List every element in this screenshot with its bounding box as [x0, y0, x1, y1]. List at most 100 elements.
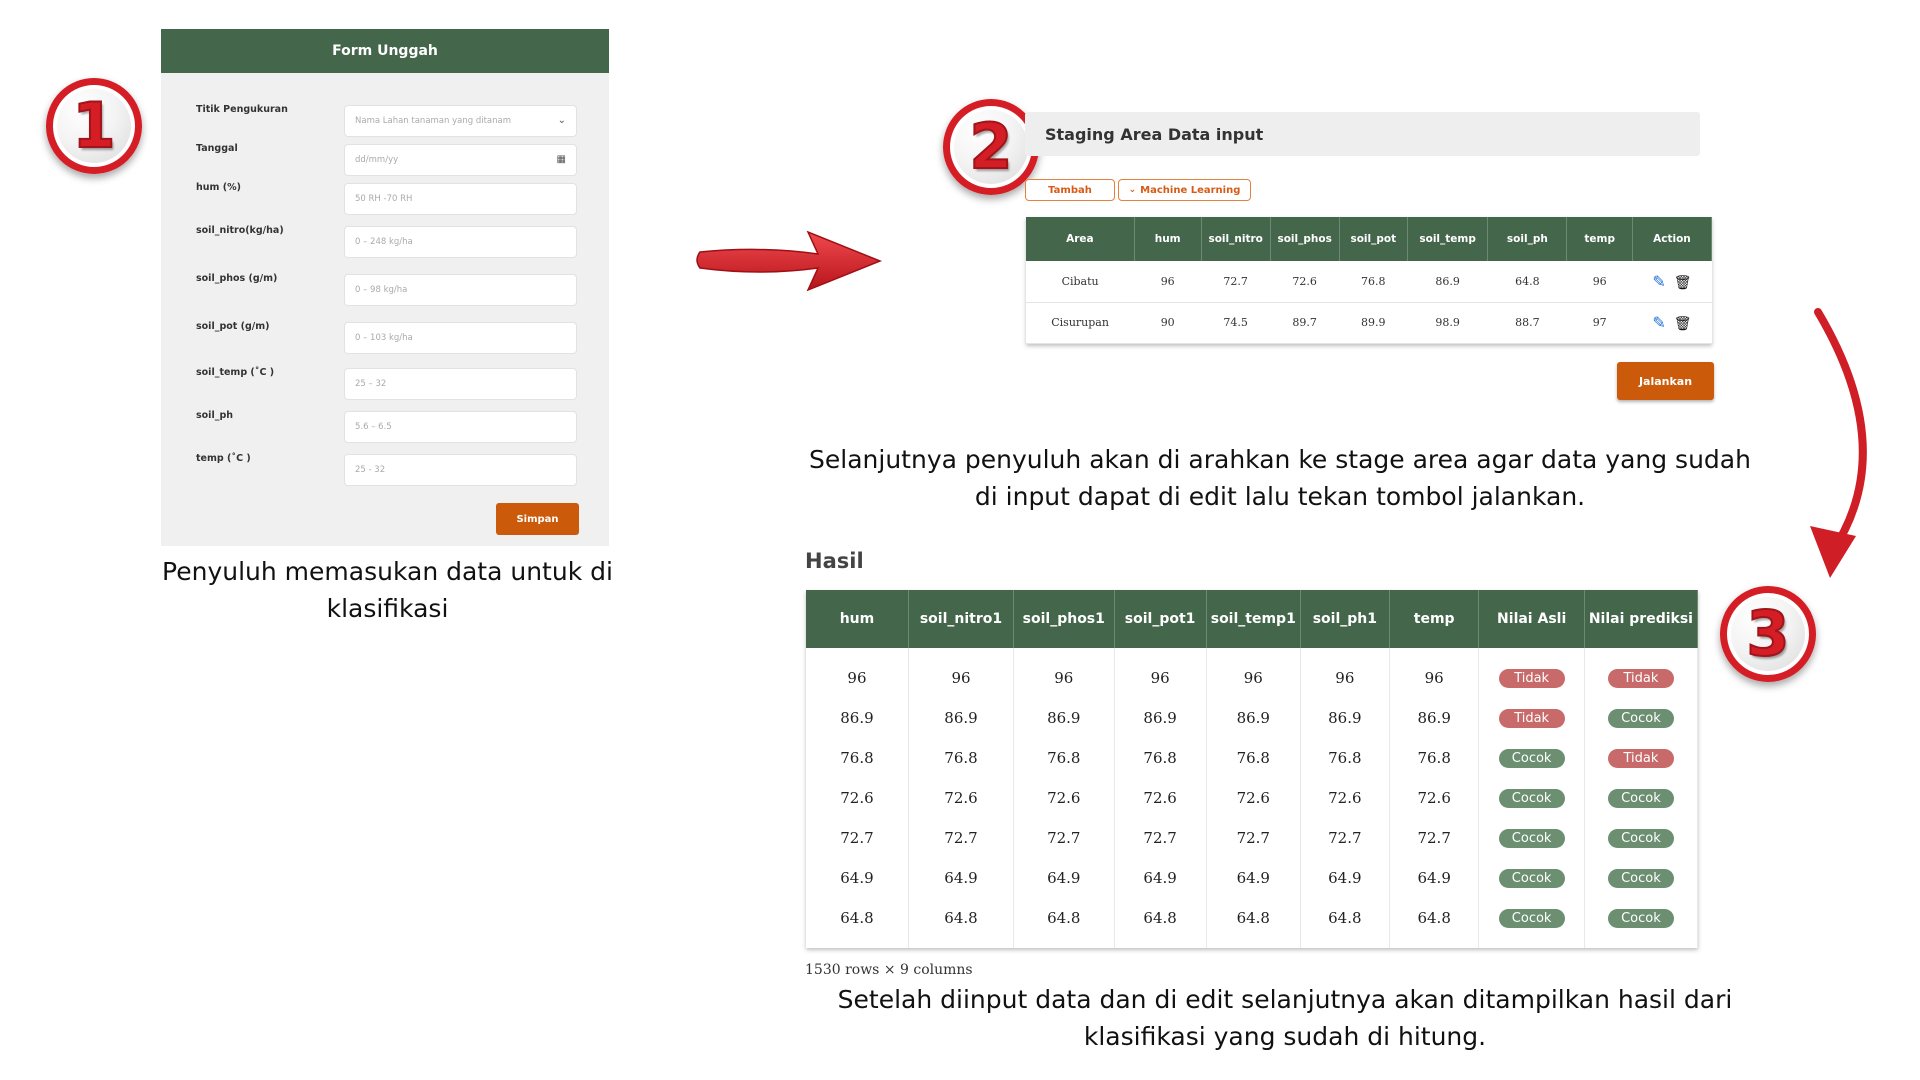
staging-cell: Cibatu [1026, 261, 1135, 303]
results-cell: 72.6 [1206, 778, 1301, 818]
results-cell: 86.9 [1206, 698, 1301, 738]
machine-learning-dropdown[interactable]: ⌄ Machine Learning [1118, 179, 1251, 201]
results-column-header: hum [806, 590, 909, 648]
results-cell: 64.9 [1389, 858, 1480, 898]
results-cell: 86.9 [806, 698, 909, 738]
results-cell: Cocok [1584, 858, 1699, 898]
results-cell: 76.8 [908, 738, 1015, 778]
status-badge: Cocok [1607, 869, 1674, 888]
staging-cell: Cisurupan [1026, 302, 1135, 344]
results-title: Hasil [805, 549, 864, 573]
results-cell: Cocok [1478, 898, 1585, 948]
add-button[interactable]: Tambah [1025, 179, 1115, 201]
results-column-header: soil_temp1 [1206, 590, 1301, 648]
results-cell: Tidak [1584, 648, 1699, 698]
add-button-label: Tambah [1048, 184, 1092, 196]
results-column-header: Nilai prediksi [1584, 590, 1699, 648]
results-cell: 72.6 [1013, 778, 1115, 818]
results-cell: Cocok [1584, 698, 1699, 738]
staging-table: Area hum soil_nitro soil_phos soil_pot soil_t… [1026, 217, 1713, 344]
results-cell: Tidak [1478, 698, 1585, 738]
results-cell: 64.9 [1206, 858, 1301, 898]
results-column-header: soil_ph1 [1300, 590, 1390, 648]
results-cell: 72.7 [1013, 818, 1115, 858]
results-column-header: Nilai Asli [1478, 590, 1585, 648]
results-cell: 64.8 [908, 898, 1015, 948]
results-row: 64.8 64.8 64.8 64.8 64.8 64.8 64.8 Cocok Cocok [806, 898, 1699, 948]
staging-header: Staging Area Data input [1025, 112, 1700, 156]
delete-icon[interactable]: 🗑 [1674, 316, 1692, 332]
action-cell: ✎ 🗑 [1632, 261, 1712, 303]
results-cell: 64.8 [1114, 898, 1207, 948]
results-cell: 76.8 [1300, 738, 1390, 778]
results-cell: 72.6 [908, 778, 1015, 818]
results-cell: 64.9 [908, 858, 1015, 898]
results-cell: Cocok [1478, 778, 1585, 818]
staging-column-header: hum [1134, 217, 1202, 261]
results-cell: 96 [1300, 648, 1390, 698]
results-cell: Cocok [1478, 818, 1585, 858]
results-cell: 72.6 [1114, 778, 1207, 818]
results-row: 86.9 86.9 86.9 86.9 86.9 86.9 86.9 Tidak Cocok [806, 698, 1699, 738]
staging-cell: 76.8 [1339, 261, 1408, 303]
staging-column-header: Action [1632, 217, 1713, 261]
results-cell: Tidak [1584, 738, 1699, 778]
status-badge: Cocok [1607, 789, 1674, 808]
results-cell: Tidak [1478, 648, 1585, 698]
results-cell: 64.8 [1389, 898, 1480, 948]
results-cell: 86.9 [1389, 698, 1480, 738]
results-cell: 64.9 [1013, 858, 1115, 898]
machine-learning-label: Machine Learning [1140, 184, 1241, 196]
results-row: 96 96 96 96 96 96 96 Tidak Tidak [806, 648, 1699, 698]
staging-column-header: soil_phos [1270, 217, 1340, 261]
run-button[interactable]: Jalankan [1617, 362, 1714, 400]
results-cell: 72.6 [1300, 778, 1390, 818]
results-cell: 76.8 [1013, 738, 1115, 778]
rows-count: 1530 rows × 9 columns [805, 962, 973, 978]
results-cell: 96 [806, 648, 909, 698]
staging-cell: 64.8 [1487, 261, 1567, 303]
status-badge: Cocok [1607, 909, 1674, 928]
status-badge: Cocok [1498, 789, 1565, 808]
staging-cell: 96 [1566, 261, 1633, 303]
status-badge: Tidak [1607, 749, 1674, 768]
edit-icon[interactable]: ✎ [1652, 313, 1665, 332]
results-cell: 76.8 [1206, 738, 1301, 778]
results-cell: 96 [1389, 648, 1480, 698]
results-table: hum soil_nitro1 soil_phos1 soil_pot1 soil_te… [806, 590, 1699, 948]
results-cell: 86.9 [1013, 698, 1115, 738]
results-cell: 64.9 [1300, 858, 1390, 898]
arrow-curve-down-icon [1810, 308, 1867, 578]
delete-icon[interactable]: 🗑 [1674, 275, 1692, 291]
results-cell: 86.9 [1114, 698, 1207, 738]
results-cell: 96 [1206, 648, 1301, 698]
results-cell: 72.7 [1206, 818, 1301, 858]
results-cell: 72.6 [1389, 778, 1480, 818]
chevron-down-icon: ⌄ [1128, 185, 1137, 195]
results-cell: 64.9 [806, 858, 909, 898]
results-cell: 72.7 [806, 818, 909, 858]
results-cell: 72.7 [1114, 818, 1207, 858]
results-cell: 64.8 [1013, 898, 1115, 948]
results-cell: 64.8 [1206, 898, 1301, 948]
results-cell: Cocok [1478, 738, 1585, 778]
results-cell: 72.7 [908, 818, 1015, 858]
status-badge: Cocok [1607, 709, 1674, 728]
results-cell: 96 [1013, 648, 1115, 698]
staging-cell: 90 [1134, 302, 1202, 344]
staging-cell: 72.6 [1270, 261, 1340, 303]
results-caption: Setelah diinput data dan di edit selanju… [837, 985, 1733, 1051]
staging-cell: 96 [1134, 261, 1202, 303]
results-cell: 96 [1114, 648, 1207, 698]
results-cell: Cocok [1584, 818, 1699, 858]
staging-column-header: temp [1566, 217, 1633, 261]
staging-row: Cibatu 96 72.7 72.6 76.8 86.9 64.8 96 ✎ 🗑 [1026, 261, 1712, 303]
staging-caption: Selanjutnya penyuluh akan di arahkan ke … [809, 445, 1751, 511]
edit-icon[interactable]: ✎ [1652, 272, 1665, 291]
status-badge: Tidak [1498, 709, 1565, 728]
results-cell: 64.9 [1114, 858, 1207, 898]
results-cell: 86.9 [908, 698, 1015, 738]
status-badge: Cocok [1498, 869, 1565, 888]
status-badge: Tidak [1607, 669, 1674, 688]
staging-cell: 97 [1566, 302, 1633, 344]
